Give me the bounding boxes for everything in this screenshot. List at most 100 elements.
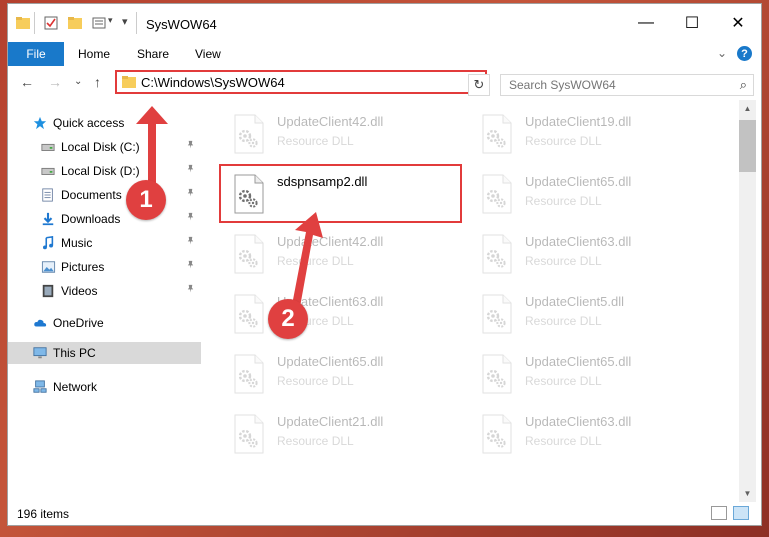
dll-file-icon	[481, 294, 513, 334]
file-item[interactable]: UpdateClient5.dll Resource DLL	[477, 288, 707, 342]
sidebar-item[interactable]: OneDrive	[8, 312, 201, 334]
sidebar-item[interactable]: Network	[8, 376, 201, 398]
title-bar: ▾ ▾ SysWOW64 — ☐ ✕	[8, 4, 761, 42]
details-view-icon[interactable]	[711, 506, 727, 520]
status-bar: 196 items	[8, 502, 761, 525]
search-input[interactable]	[501, 75, 729, 95]
dll-file-icon	[481, 234, 513, 274]
dll-file-icon	[233, 414, 265, 454]
sidebar-item-label: This PC	[53, 346, 96, 360]
pin-icon	[186, 212, 195, 224]
sidebar-item[interactable]: Local Disk (C:)	[8, 136, 201, 158]
network-icon	[32, 379, 48, 395]
file-type: Resource DLL	[277, 134, 354, 148]
dll-file-icon	[481, 354, 513, 394]
navigation-bar: ← → ⌄ ↑ C:\Windows\SysWOW64 ⌄ ↻ ⌕	[8, 66, 761, 100]
close-button[interactable]: ✕	[715, 4, 761, 42]
properties-icon[interactable]	[44, 16, 58, 30]
pin-icon	[186, 164, 195, 176]
sidebar-item-label: Music	[61, 236, 93, 250]
file-type: Resource DLL	[525, 314, 602, 328]
pin-icon	[186, 188, 195, 200]
sidebar-item[interactable]: Downloads	[8, 208, 201, 230]
videos-icon	[40, 283, 56, 299]
forward-button[interactable]: →	[48, 74, 62, 90]
dll-file-icon	[481, 114, 513, 154]
sidebar-item-label: Local Disk (D:)	[61, 164, 140, 178]
sidebar-item-label: Downloads	[61, 212, 121, 226]
tab-home[interactable]: Home	[78, 47, 110, 61]
maximize-button[interactable]: ☐	[669, 4, 715, 42]
file-name: UpdateClient42.dll	[277, 234, 384, 249]
ribbon-tabs: File Home Share View ⌄ ?	[8, 42, 761, 67]
tab-file[interactable]: File	[8, 42, 64, 66]
file-item[interactable]: UpdateClient63.dll Resource DLL	[229, 288, 459, 342]
tab-share[interactable]: Share	[137, 47, 169, 61]
sidebar-item[interactable]: Quick access	[8, 112, 201, 134]
recent-locations-button[interactable]: ⌄	[74, 76, 82, 87]
up-button[interactable]: ↑	[94, 74, 101, 90]
large-icons-view-icon[interactable]	[733, 506, 749, 520]
dll-file-icon	[233, 114, 265, 154]
file-item[interactable]: UpdateClient42.dll Resource DLL	[229, 228, 459, 282]
file-name: UpdateClient65.dll	[277, 354, 384, 369]
pictures-icon	[40, 259, 56, 275]
download-icon	[40, 211, 56, 227]
scrollbar-thumb[interactable]	[739, 120, 756, 172]
qat-dropdown-icon[interactable]: ▾	[108, 15, 113, 26]
file-type: Resource DLL	[525, 434, 602, 448]
sidebar-item[interactable]: Documents	[8, 184, 201, 206]
file-item[interactable]: UpdateClient63.dll Resource DLL	[477, 408, 707, 462]
dll-file-icon	[233, 354, 265, 394]
search-box[interactable]: ⌕	[500, 74, 754, 96]
dll-file-icon	[233, 234, 265, 274]
file-item[interactable]: UpdateClient19.dll Resource DLL	[477, 108, 707, 162]
file-item[interactable]: UpdateClient65.dll Resource DLL	[477, 168, 707, 222]
sidebar-item[interactable]: Pictures	[8, 256, 201, 278]
scroll-down-icon[interactable]: ▼	[739, 485, 756, 502]
pin-icon	[186, 284, 195, 296]
file-name: UpdateClient42.dll	[277, 114, 384, 129]
help-icon[interactable]: ?	[737, 46, 752, 61]
file-item[interactable]: UpdateClient21.dll Resource DLL	[229, 408, 459, 462]
navigation-pane: Quick access Local Disk (C:) Local Disk (D…	[8, 100, 201, 502]
divider	[136, 12, 137, 34]
file-name: UpdateClient65.dll	[525, 174, 632, 189]
sidebar-item-label: Local Disk (C:)	[61, 140, 140, 154]
back-button[interactable]: ←	[20, 74, 34, 90]
file-name: UpdateClient19.dll	[525, 114, 632, 129]
dll-file-icon	[481, 414, 513, 454]
pin-toolbar-icon[interactable]: ▾	[122, 15, 128, 28]
highlight-box	[219, 164, 462, 223]
divider	[34, 12, 35, 34]
music-icon	[40, 235, 56, 251]
sidebar-item[interactable]: Music	[8, 232, 201, 254]
scroll-up-icon[interactable]: ▲	[739, 100, 756, 117]
file-type: Resource DLL	[525, 134, 602, 148]
address-bar[interactable]: C:\Windows\SysWOW64 ⌄	[115, 70, 487, 94]
star-icon	[32, 115, 48, 131]
step-badge-1: 1	[126, 180, 166, 220]
explorer-window: ▾ ▾ SysWOW64 — ☐ ✕ File Home Share View …	[8, 4, 761, 525]
refresh-button[interactable]: ↻	[468, 74, 490, 96]
file-item[interactable]: UpdateClient65.dll Resource DLL	[229, 348, 459, 402]
customize-toolbar-icon[interactable]	[92, 16, 106, 30]
sidebar-item[interactable]: Videos	[8, 280, 201, 302]
dll-file-icon	[481, 174, 513, 214]
file-type: Resource DLL	[277, 374, 354, 388]
file-item[interactable]: UpdateClient63.dll Resource DLL	[477, 228, 707, 282]
sidebar-item[interactable]: This PC	[8, 342, 201, 364]
tab-view[interactable]: View	[195, 47, 221, 61]
expand-ribbon-icon[interactable]: ⌄	[717, 46, 727, 60]
file-name: UpdateClient5.dll	[525, 294, 625, 309]
file-name: UpdateClient21.dll	[277, 414, 384, 429]
cloud-icon	[32, 315, 48, 331]
item-count: 196 items	[17, 507, 70, 521]
file-item[interactable]: UpdateClient65.dll Resource DLL	[477, 348, 707, 402]
file-type: Resource DLL	[277, 434, 354, 448]
new-folder-icon[interactable]	[68, 16, 82, 30]
search-icon: ⌕	[739, 77, 747, 92]
file-item[interactable]: UpdateClient42.dll Resource DLL	[229, 108, 459, 162]
minimize-button[interactable]: —	[623, 4, 669, 42]
sidebar-item[interactable]: Local Disk (D:)	[8, 160, 201, 182]
